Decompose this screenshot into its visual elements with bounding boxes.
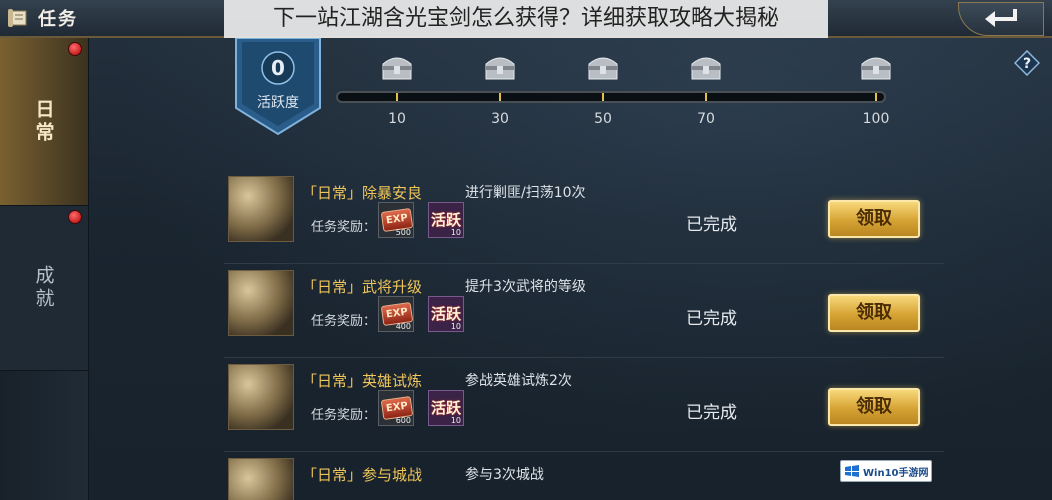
title-area: 任务 bbox=[6, 5, 78, 31]
milestone-label: 70 bbox=[697, 111, 715, 127]
reward-label: 任务奖励： bbox=[311, 220, 377, 235]
milestone-tick bbox=[602, 93, 604, 101]
milestone-label: 30 bbox=[491, 111, 509, 127]
task-description: 进行剿匪/扫荡10次 bbox=[465, 185, 586, 201]
task-status: 已完成 bbox=[686, 403, 737, 423]
svg-text:?: ? bbox=[1023, 56, 1031, 72]
task-title: 「日常」除暴安良 bbox=[302, 184, 423, 202]
reward-quantity: 400 bbox=[395, 322, 411, 331]
watermark-text: Win10手游网 bbox=[863, 467, 929, 479]
exp-reward-icon[interactable]: EXP 400 bbox=[378, 296, 414, 332]
activity-reward-icon[interactable]: 活跃 10 bbox=[428, 390, 464, 426]
watermark-logo: Win10手游网 bbox=[840, 460, 932, 482]
chest-icon[interactable] bbox=[380, 52, 414, 82]
chest-icon[interactable] bbox=[689, 52, 723, 82]
task-title: 「日常」武将升级 bbox=[302, 278, 423, 296]
activity-badge: 0 活跃度 bbox=[232, 38, 324, 136]
milestone-tick bbox=[499, 93, 501, 101]
activity-reward-icon[interactable]: 活跃 10 bbox=[428, 296, 464, 332]
task-title: 「日常」参与城战 bbox=[302, 466, 423, 484]
claim-button[interactable]: 领取 bbox=[828, 294, 920, 332]
claim-button[interactable]: 领取 bbox=[828, 388, 920, 426]
reward-label: 任务奖励： bbox=[311, 408, 377, 423]
tab-daily-label: 日常 bbox=[32, 98, 55, 145]
milestone-label: 10 bbox=[388, 111, 406, 127]
notification-dot bbox=[68, 42, 82, 56]
task-status: 已完成 bbox=[686, 309, 737, 329]
milestone-label: 50 bbox=[594, 111, 612, 127]
back-arrow-icon bbox=[981, 5, 1021, 33]
task-hero-portrait bbox=[228, 270, 294, 336]
chest-icon[interactable] bbox=[586, 52, 620, 82]
chest-icon[interactable] bbox=[483, 52, 517, 82]
milestone-tick bbox=[396, 93, 398, 101]
task-title: 「日常」英雄试炼 bbox=[302, 372, 423, 390]
tab-achievements-label: 成就 bbox=[32, 265, 55, 311]
exp-reward-icon[interactable]: EXP 500 bbox=[378, 202, 414, 238]
task-hero-portrait bbox=[228, 364, 294, 430]
activity-value: 0 bbox=[271, 56, 285, 80]
milestone-tick bbox=[705, 93, 707, 101]
task-description: 参与3次城战 bbox=[465, 467, 544, 483]
activity-progress-track bbox=[336, 91, 886, 103]
reward-quantity: 600 bbox=[395, 416, 411, 425]
milestone-tick bbox=[875, 93, 877, 101]
back-button[interactable] bbox=[958, 2, 1044, 36]
claim-button[interactable]: 领取 bbox=[828, 200, 920, 238]
reward-quantity: 10 bbox=[450, 228, 461, 237]
exp-reward-icon[interactable]: EXP 600 bbox=[378, 390, 414, 426]
notification-dot bbox=[68, 210, 82, 224]
tab-daily[interactable]: 日常 bbox=[0, 38, 88, 206]
article-title-banner: 下一站江湖含光宝剑怎么获得？详细获取攻略大揭秘 bbox=[224, 0, 828, 38]
row-divider bbox=[224, 357, 944, 358]
task-row: 「日常」武将升级 提升3次武将的等级 任务奖励： EXP 400 活跃 10 已… bbox=[224, 266, 944, 358]
sidebar: 日常 成就 bbox=[0, 38, 89, 500]
row-divider bbox=[224, 451, 944, 452]
milestone-label: 100 bbox=[862, 111, 890, 127]
row-divider bbox=[224, 263, 944, 264]
page-title: 任务 bbox=[38, 9, 78, 30]
help-icon[interactable]: ? bbox=[1013, 49, 1041, 77]
task-description: 提升3次武将的等级 bbox=[465, 279, 586, 295]
task-row: 「日常」参与城战 参与3次城战 bbox=[224, 454, 944, 500]
reward-quantity: 10 bbox=[450, 322, 461, 331]
scroll-icon bbox=[6, 6, 32, 30]
task-status: 已完成 bbox=[686, 215, 737, 235]
task-row: 「日常」英雄试炼 参战英雄试炼2次 任务奖励： EXP 600 活跃 10 已完… bbox=[224, 360, 944, 452]
windows-logo-icon bbox=[845, 465, 859, 477]
reward-quantity: 500 bbox=[395, 228, 411, 237]
activity-reward-icon[interactable]: 活跃 10 bbox=[428, 202, 464, 238]
activity-label: 活跃度 bbox=[257, 95, 299, 111]
task-hero-portrait bbox=[228, 458, 294, 500]
reward-quantity: 10 bbox=[450, 416, 461, 425]
tab-achievements[interactable]: 成就 bbox=[0, 206, 88, 371]
task-hero-portrait bbox=[228, 176, 294, 242]
reward-label: 任务奖励： bbox=[311, 314, 377, 329]
chest-icon[interactable] bbox=[859, 52, 893, 82]
task-row: 「日常」除暴安良 进行剿匪/扫荡10次 任务奖励： EXP 500 活跃 10 … bbox=[224, 172, 944, 264]
task-description: 参战英雄试炼2次 bbox=[465, 373, 572, 389]
